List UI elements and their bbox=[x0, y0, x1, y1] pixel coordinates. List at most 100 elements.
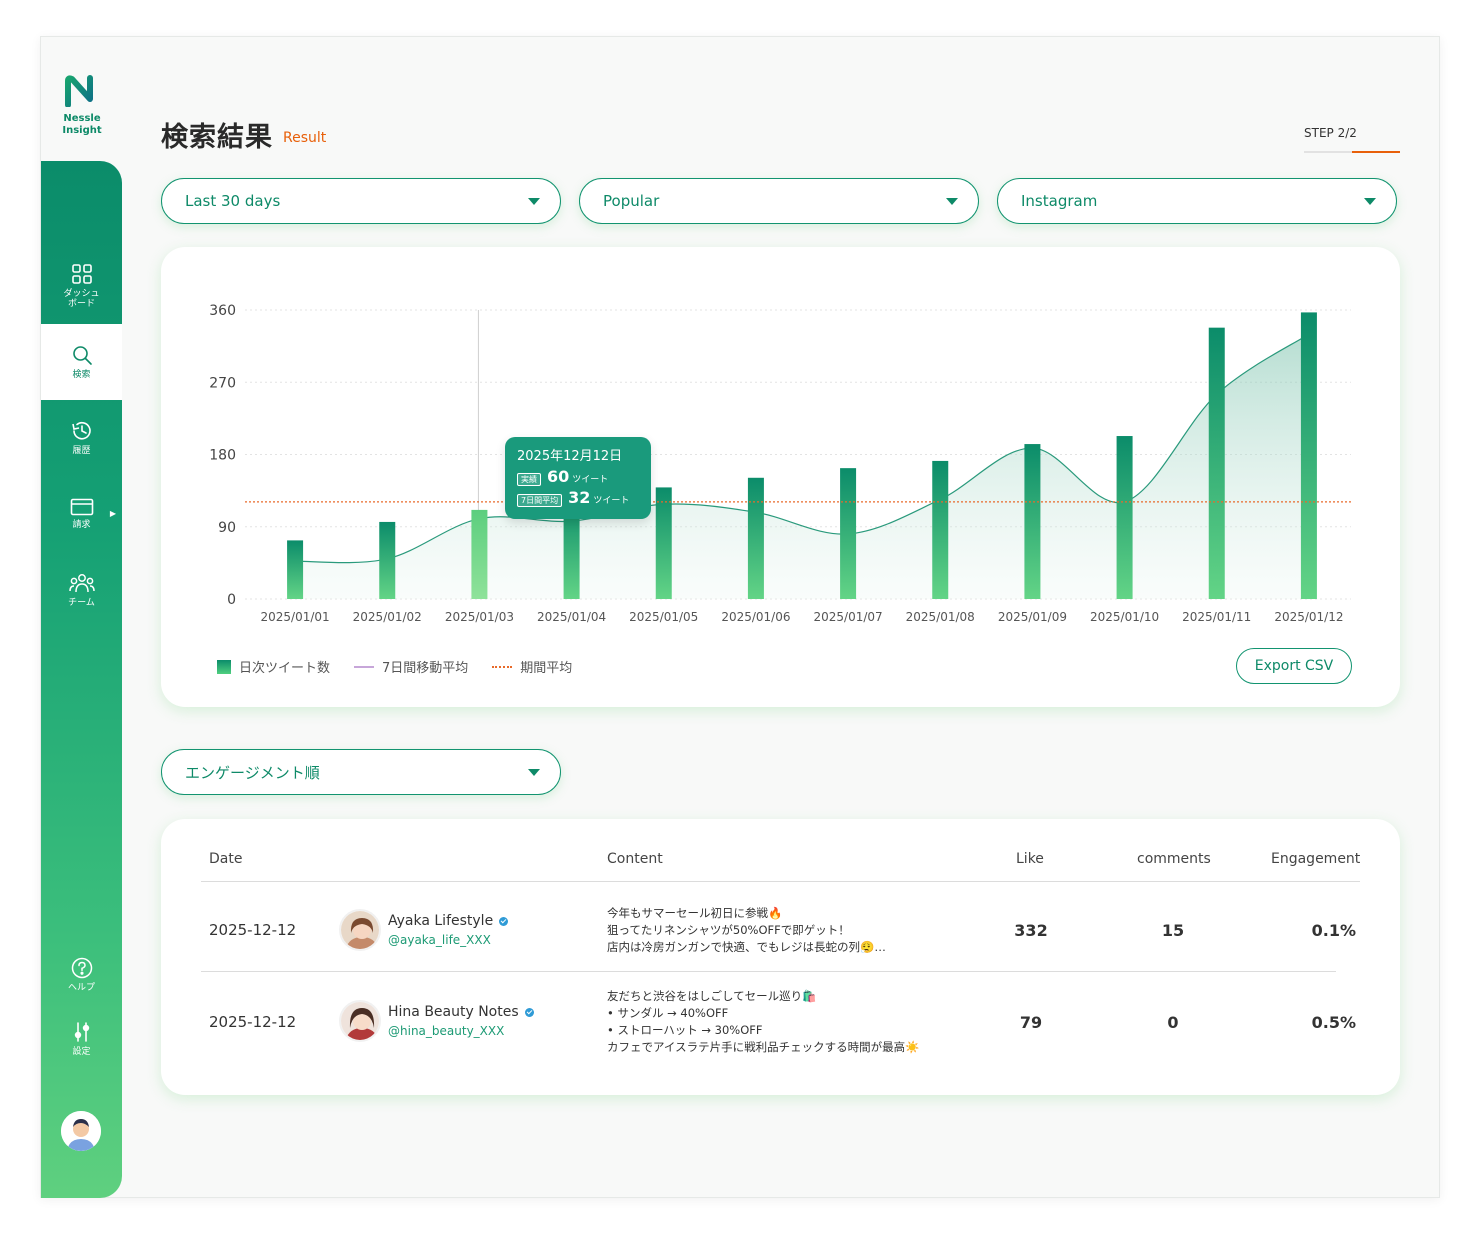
sidebar-item-billing[interactable]: 請求 ▶ bbox=[41, 476, 122, 552]
tooltip-actual-tag: 実績 bbox=[517, 473, 541, 486]
column-header-comments[interactable]: comments bbox=[1137, 851, 1211, 867]
like-count: 332 bbox=[1014, 921, 1048, 940]
bar-2025/01/07[interactable] bbox=[840, 468, 857, 599]
grid-icon bbox=[71, 264, 92, 284]
author-name: Hina Beauty Notes bbox=[388, 1004, 534, 1020]
sidebar-item-label: 設定 bbox=[72, 1047, 91, 1057]
x-tick-label: 2025/01/03 bbox=[445, 610, 514, 624]
bar-2025/01/12[interactable] bbox=[1300, 312, 1317, 599]
sidebar-item-label: 請求 bbox=[72, 520, 91, 530]
tooltip-avg-tag: 7日間平均 bbox=[517, 494, 563, 507]
search-icon bbox=[72, 346, 92, 365]
tooltip-actual-value: 60 bbox=[547, 467, 570, 486]
export-csv-button[interactable]: Export CSV bbox=[1236, 648, 1352, 684]
legend-item-bars: 日次ツイート数 bbox=[217, 657, 330, 676]
sidebar-item-settings[interactable]: 設定 bbox=[41, 1007, 122, 1071]
author-handle[interactable]: @ayaka_life_XXX bbox=[388, 933, 491, 947]
chart-tooltip: 2025年12月12日 実績 60 ツイート 7日間平均 32 ツイート bbox=[505, 437, 651, 519]
sidebar-item-search[interactable]: 検索 bbox=[41, 324, 122, 400]
row-date: 2025-12-12 bbox=[209, 921, 297, 939]
engagement-rate: 0.5% bbox=[1311, 1013, 1356, 1032]
y-tick-label: 180 bbox=[209, 448, 236, 464]
column-header-like[interactable]: Like bbox=[1016, 851, 1044, 867]
brand-name-2: Insight bbox=[62, 125, 102, 136]
sidebar-item-help[interactable]: ヘルプ bbox=[41, 943, 122, 1007]
bar-2025/01/10[interactable] bbox=[1116, 436, 1133, 599]
column-header-content[interactable]: Content bbox=[607, 851, 663, 867]
bar-2025/01/06[interactable] bbox=[747, 477, 764, 599]
header-divider bbox=[201, 881, 1360, 882]
x-tick-label: 2025/01/04 bbox=[537, 610, 606, 624]
legend-bar-swatch bbox=[217, 659, 231, 674]
x-tick-label: 2025/01/07 bbox=[813, 610, 882, 624]
engagement-sort-select[interactable]: エンゲージメント順 bbox=[161, 749, 561, 795]
moving-average-area bbox=[295, 334, 1309, 599]
x-tick-label: 2025/01/10 bbox=[1090, 610, 1159, 624]
legend-dotted-swatch bbox=[492, 665, 513, 668]
settings-icon bbox=[74, 1022, 89, 1042]
period-select[interactable]: Last 30 days bbox=[161, 178, 561, 224]
legend-line-swatch bbox=[354, 665, 375, 668]
legend-item-period-avg: 期間平均 bbox=[492, 657, 572, 676]
sidebar-item-label: チーム bbox=[68, 598, 95, 608]
bar-2025/01/02[interactable] bbox=[379, 521, 396, 599]
row-date: 2025-12-12 bbox=[209, 1013, 297, 1031]
sort-select-value: Popular bbox=[603, 192, 660, 210]
help-icon bbox=[71, 957, 92, 979]
tooltip-avg-unit: ツイート bbox=[593, 496, 630, 506]
bar-2025/01/01[interactable] bbox=[287, 540, 304, 599]
user-avatar[interactable] bbox=[61, 1111, 101, 1151]
chevron-down-icon bbox=[946, 198, 958, 205]
results-table: Date Content Like comments Engagement 20… bbox=[161, 819, 1400, 1095]
platform-select[interactable]: Instagram bbox=[997, 178, 1397, 224]
post-content[interactable]: 友だちと渋谷をはしごしてセール巡り🛍️ • サンダル → 40%OFF • スト… bbox=[607, 988, 967, 1056]
step-progress-bar bbox=[1304, 151, 1400, 153]
legend-label: 期間平均 bbox=[520, 661, 573, 676]
history-icon bbox=[71, 421, 91, 440]
legend-label: 7日間移動平均 bbox=[382, 661, 469, 676]
x-tick-label: 2025/01/06 bbox=[721, 610, 790, 624]
sidebar-item-label: 履歴 bbox=[72, 446, 91, 456]
page-subtitle: Result bbox=[283, 130, 327, 146]
avatar[interactable] bbox=[339, 1000, 381, 1042]
author-name-text: Hina Beauty Notes bbox=[388, 1004, 519, 1020]
bar-2025/01/03[interactable] bbox=[471, 509, 488, 599]
sidebar-item-label: ダッシュ ボード bbox=[63, 289, 100, 309]
chevron-down-icon bbox=[528, 769, 540, 776]
chevron-down-icon bbox=[1364, 198, 1376, 205]
comment-count: 0 bbox=[1167, 1013, 1179, 1032]
bar-2025/01/11[interactable] bbox=[1208, 327, 1225, 599]
verified-badge-icon bbox=[499, 916, 509, 926]
sort-select[interactable]: Popular bbox=[579, 178, 979, 224]
legend-label: 日次ツイート数 bbox=[239, 661, 331, 676]
bar-2025/01/08[interactable] bbox=[932, 460, 949, 599]
page-title: 検索結果 bbox=[161, 122, 273, 153]
avatar[interactable] bbox=[339, 909, 381, 951]
sidebar-item-team[interactable]: チーム bbox=[41, 552, 122, 628]
tooltip-actual-unit: ツイート bbox=[572, 475, 609, 485]
column-header-engagement[interactable]: Engagement bbox=[1271, 851, 1360, 867]
sidebar-item-dashboard[interactable]: ダッシュ ボード bbox=[41, 248, 122, 324]
author-handle[interactable]: @hina_beauty_XXX bbox=[388, 1024, 504, 1038]
post-content[interactable]: 今年もサマーセール初日に参戦🔥 狙ってたリネンシャツが50%OFFで即ゲット！ … bbox=[607, 905, 967, 956]
sidebar-item-history[interactable]: 履歴 bbox=[41, 400, 122, 476]
x-tick-label: 2025/01/02 bbox=[353, 610, 422, 624]
brand-logo[interactable]: Nessle Insight bbox=[41, 75, 123, 137]
engagement-rate: 0.1% bbox=[1311, 921, 1356, 940]
y-tick-label: 0 bbox=[227, 592, 236, 608]
x-tick-label: 2025/01/11 bbox=[1182, 610, 1251, 624]
row-divider bbox=[201, 971, 1336, 972]
platform-select-value: Instagram bbox=[1021, 192, 1098, 210]
chart-card: 0 90 180 270 360 2025/01/01 2025/01/02 2025/01/… bbox=[161, 247, 1400, 707]
brand-name-1: Nessle bbox=[63, 113, 101, 124]
column-header-date[interactable]: Date bbox=[209, 851, 242, 867]
x-tick-label: 2025/01/08 bbox=[906, 610, 975, 624]
y-tick-label: 360 bbox=[209, 303, 236, 319]
bar-2025/01/05[interactable] bbox=[655, 487, 672, 599]
step-indicator: STEP 2/2 bbox=[1304, 126, 1357, 140]
sidebar-item-label: ヘルプ bbox=[67, 983, 95, 993]
author-name-text: Ayaka Lifestyle bbox=[388, 913, 494, 929]
nessle-logo-icon bbox=[65, 75, 93, 107]
bar-2025/01/09[interactable] bbox=[1024, 444, 1041, 599]
chart-legend: 日次ツイート数 7日間移動平均 期間平均 bbox=[217, 657, 596, 676]
